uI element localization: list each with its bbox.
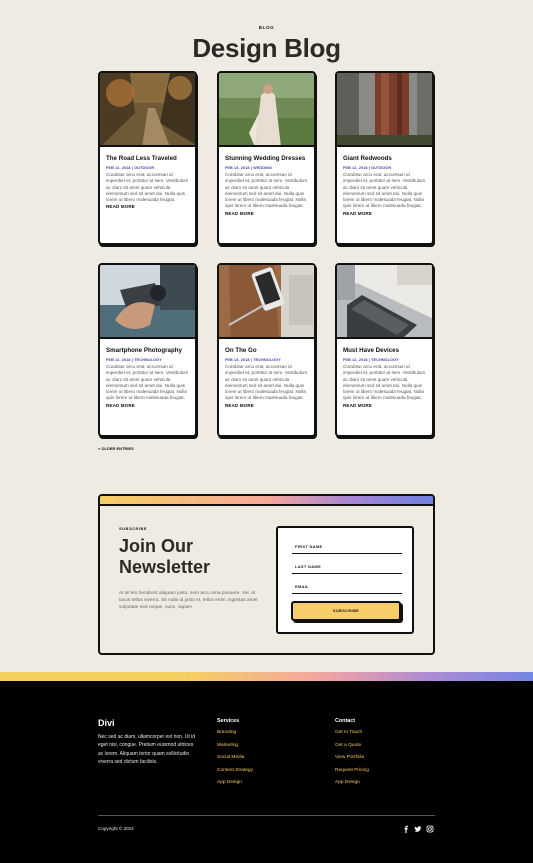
services-heading: Services (217, 718, 240, 724)
footer-brand[interactable]: Divi (98, 718, 115, 728)
footer-contact: Contact Get In Touch Get a Quote View Po… (335, 718, 369, 785)
email-field[interactable]: EMAIL (292, 580, 402, 594)
first-name-field[interactable]: FIRST NAME (292, 540, 402, 554)
footer-link-get-in-touch[interactable]: Get In Touch (335, 730, 369, 735)
instagram-icon[interactable] (426, 825, 434, 833)
footer-link-content-strategy[interactable]: Content Strategy (217, 768, 253, 773)
post-meta[interactable]: FEB 12, 2018 | TECHNOLOGY (106, 358, 189, 362)
post-meta[interactable]: FEB 13, 2018 | WEDDING (225, 166, 308, 170)
blog-card[interactable]: Giant Redwoods FEB 12, 2018 | OUTDOOR Cu… (335, 71, 434, 245)
blog-card[interactable]: Stunning Wedding Dresses FEB 13, 2018 | … (217, 71, 316, 245)
post-title[interactable]: Must Have Devices (343, 347, 426, 355)
facebook-icon[interactable] (402, 825, 410, 833)
footer-link-request-pricing[interactable]: Request Pricing (335, 768, 369, 773)
footer-link-social-media[interactable]: Social Media (217, 755, 253, 760)
post-excerpt: Curabitur arcu erat, accumsan id imperdi… (225, 364, 308, 401)
post-title[interactable]: On The Go (225, 347, 308, 355)
blog-card[interactable]: Must Have Devices FEB 12, 2018 | TECHNOL… (335, 263, 434, 437)
post-excerpt: Curabitur arcu erat, accumsan id imperdi… (343, 172, 426, 209)
post-meta[interactable]: FEB 12, 2018 | OUTDOOR (343, 166, 426, 170)
footer-link-app-design-contact[interactable]: App Design (335, 780, 369, 785)
post-excerpt: Curabitur arcu erat, accumsan id imperdi… (343, 364, 426, 401)
read-more-link[interactable]: READ MORE (106, 403, 189, 408)
twitter-icon[interactable] (414, 825, 422, 833)
footer-divider (98, 815, 435, 816)
blog-card[interactable]: The Road Less Traveled FEB 12, 2018 | OU… (98, 71, 197, 245)
post-title[interactable]: Smartphone Photography (106, 347, 189, 355)
read-more-link[interactable]: READ MORE (225, 403, 308, 408)
laptop-photo[interactable] (337, 265, 432, 339)
post-meta[interactable]: FEB 13, 2018 | TECHNOLOGY (225, 358, 308, 362)
read-more-link[interactable]: READ MORE (343, 211, 426, 216)
subscribe-button[interactable]: SUBSCRIBE (291, 601, 401, 621)
newsletter-form: FIRST NAME LAST NAME EMAIL SUBSCRIBE (276, 526, 414, 634)
read-more-link[interactable]: READ MORE (343, 403, 426, 408)
copyright: Copyright © 2022 (98, 826, 134, 831)
binoculars-photo[interactable] (100, 265, 195, 339)
blog-kicker: BLOG (258, 25, 275, 30)
post-title[interactable]: The Road Less Traveled (106, 155, 189, 163)
newsletter-kicker: SUBSCRIBE (119, 526, 148, 531)
bride-photo[interactable] (219, 73, 314, 147)
contact-heading: Contact (335, 718, 356, 724)
post-title[interactable]: Stunning Wedding Dresses (225, 155, 308, 163)
footer-link-marketing[interactable]: Marketing (217, 743, 253, 748)
blog-card[interactable]: On The Go FEB 13, 2018 | TECHNOLOGY Cura… (217, 263, 316, 437)
read-more-link[interactable]: READ MORE (225, 211, 308, 216)
footer-link-app-design[interactable]: App Design (217, 780, 253, 785)
post-title[interactable]: Giant Redwoods (343, 155, 426, 163)
last-name-field[interactable]: LAST NAME (292, 560, 402, 574)
post-excerpt: Curabitur arcu erat, accumsan id imperdi… (106, 364, 189, 401)
footer-description: Nec sed ac diam, ullamcorper est non. Ut… (98, 734, 195, 765)
newsletter-title: Join Our Newsletter (119, 536, 211, 577)
newsletter-description: At sit leo hendrerit aliquam justo, sem … (119, 591, 258, 610)
read-more-link[interactable]: READ MORE (106, 204, 189, 209)
post-excerpt: Curabitur arcu erat, accumsan id imperdi… (225, 172, 308, 209)
post-meta[interactable]: FEB 12, 2018 | OUTDOOR (106, 166, 189, 170)
post-excerpt: Curabitur arcu erat, accumsan id imperdi… (106, 172, 189, 203)
footer-link-get-a-quote[interactable]: Get a Quote (335, 743, 369, 748)
redwood-photo[interactable] (337, 73, 432, 147)
post-meta[interactable]: FEB 12, 2018 | TECHNOLOGY (343, 358, 426, 362)
gradient-divider (0, 672, 533, 681)
footer-link-view-portfolio[interactable]: View Portfolio (335, 755, 369, 760)
site-footer: Divi Nec sed ac diam, ullamcorper est no… (0, 681, 533, 863)
page-title: Design Blog (192, 33, 341, 63)
gradient-bar (100, 496, 433, 506)
older-entries-link[interactable]: « OLDER ENTRIES (98, 446, 134, 451)
footer-link-branding[interactable]: Branding (217, 730, 253, 735)
newsletter-section: SUBSCRIBE Join Our Newsletter At sit leo… (98, 494, 435, 655)
phone-desk-photo[interactable] (219, 265, 314, 339)
blog-card[interactable]: Smartphone Photography FEB 12, 2018 | TE… (98, 263, 197, 437)
forest-road-photo[interactable] (100, 73, 195, 147)
footer-services: Services Branding Marketing Social Media… (217, 718, 253, 785)
